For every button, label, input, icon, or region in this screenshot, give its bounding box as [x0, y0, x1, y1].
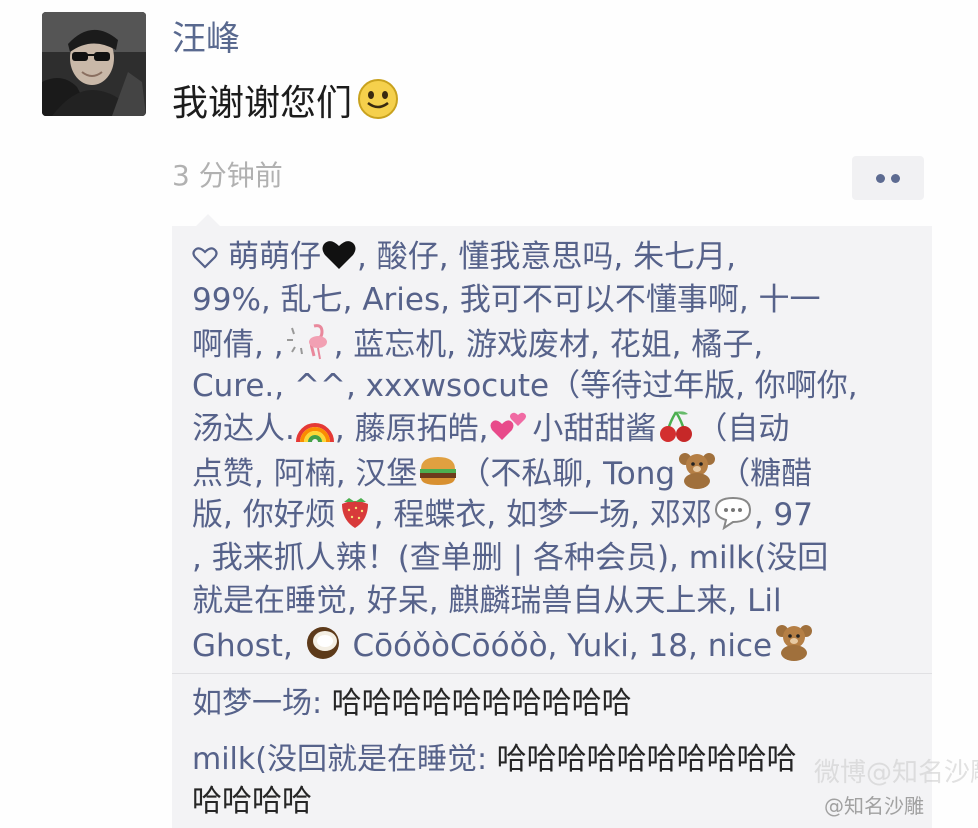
like-names[interactable]: 汤达人. [192, 411, 295, 447]
watermark-handle: @知名沙雕 [824, 794, 924, 818]
comment-text: 哈哈哈哈哈哈哈哈哈哈 [487, 742, 797, 777]
likes-line[interactable]: 99%, 乱七, Aries, 我可不可以不懂事啊, 十一 [192, 279, 821, 322]
dot-icon [891, 174, 900, 183]
comment-author[interactable]: 如梦一场: [192, 686, 322, 721]
like-name[interactable]: 小甜甜酱 [532, 411, 656, 447]
likes-line: Ghost, CōóǒòCōóǒò, Yuki, 18, nice [192, 623, 816, 673]
post-text-content: 我谢谢您们 [172, 83, 353, 124]
dot-icon [876, 174, 885, 183]
like-names[interactable]: , 酸仔, 懂我意思吗, 朱七月, [357, 239, 736, 275]
comment-text: 哈哈哈哈哈哈哈哈哈哈 [322, 686, 632, 721]
avatar[interactable] [42, 12, 146, 116]
like-names[interactable]: 版, 你好烦 [192, 497, 336, 533]
like-names[interactable]: （不私聊, Tong [459, 456, 675, 492]
comment[interactable]: 如梦一场: 哈哈哈哈哈哈哈哈哈哈 [192, 680, 632, 728]
likes-line[interactable]: 就是在睡觉, 好呆, 麒麟瑞兽自从天上来, Lil [192, 580, 782, 623]
watermark: 微博@知名沙雕 [814, 758, 978, 788]
like-names[interactable]: （糖醋 [719, 456, 812, 492]
speech-bubble-emoji-icon [712, 494, 754, 542]
strawberry-emoji-icon [336, 494, 374, 542]
like-name[interactable]: Ghost, [192, 628, 293, 664]
likes-line: 汤达人. , 藤原拓皓, 小甜甜酱 （自动 [192, 408, 789, 456]
like-names[interactable]: , 程蝶衣, 如梦一场, 邓邓 [374, 497, 712, 533]
like-names[interactable]: 啊倩, , [192, 327, 284, 363]
like-names[interactable]: （自动 [696, 411, 789, 447]
two-hearts-emoji-icon [488, 408, 532, 456]
more-actions-button[interactable] [852, 156, 924, 200]
comment-author[interactable]: milk(没回就是在睡觉: [192, 742, 487, 777]
rainbow-emoji-icon [295, 410, 335, 456]
like-names[interactable]: , 97 [754, 497, 813, 533]
avatar-photo [42, 12, 146, 116]
teddy-bear-emoji-icon [772, 623, 816, 673]
post-text: 我谢谢您们 [172, 76, 400, 138]
like-names[interactable]: , 蓝忘机, 游戏废材, 花姐, 橘子, [334, 327, 764, 363]
comment[interactable]: milk(没回就是在睡觉: 哈哈哈哈哈哈哈哈哈哈 [192, 736, 797, 784]
cherry-emoji-icon [656, 408, 696, 456]
likes-line[interactable]: Cure., ^^, xxxwsocute（等待过年版, 你啊你, [192, 365, 858, 408]
like-names[interactable]: CōóǒòCōóǒò, Yuki, 18, nice [353, 628, 773, 664]
coconut-emoji-icon [303, 625, 343, 673]
post-author[interactable]: 汪峰 [172, 14, 240, 64]
likes-line: 萌萌仔 , 酸仔, 懂我意思吗, 朱七月, [192, 236, 736, 284]
black-heart-emoji-icon [321, 238, 357, 284]
likes-line: 版, 你好烦 , 程蝶衣, 如梦一场, 邓邓 , 97 [192, 494, 813, 542]
like-name[interactable]: 萌萌仔 [228, 239, 321, 275]
timestamp: 3 分钟前 [172, 159, 283, 192]
smile-emoji-icon [356, 77, 400, 138]
like-names[interactable]: 点赞, 阿楠, 汉堡 [192, 456, 417, 492]
heart-outline-icon [192, 239, 218, 282]
comment-continuation: 哈哈哈哈 [192, 784, 312, 819]
likes-line[interactable]: , 我来抓人辣！(查单删 | 各种会员), milk(没回 [192, 537, 828, 580]
like-names[interactable]: , 藤原拓皓, [335, 411, 489, 447]
divider [172, 673, 932, 674]
box-pointer [196, 214, 220, 226]
